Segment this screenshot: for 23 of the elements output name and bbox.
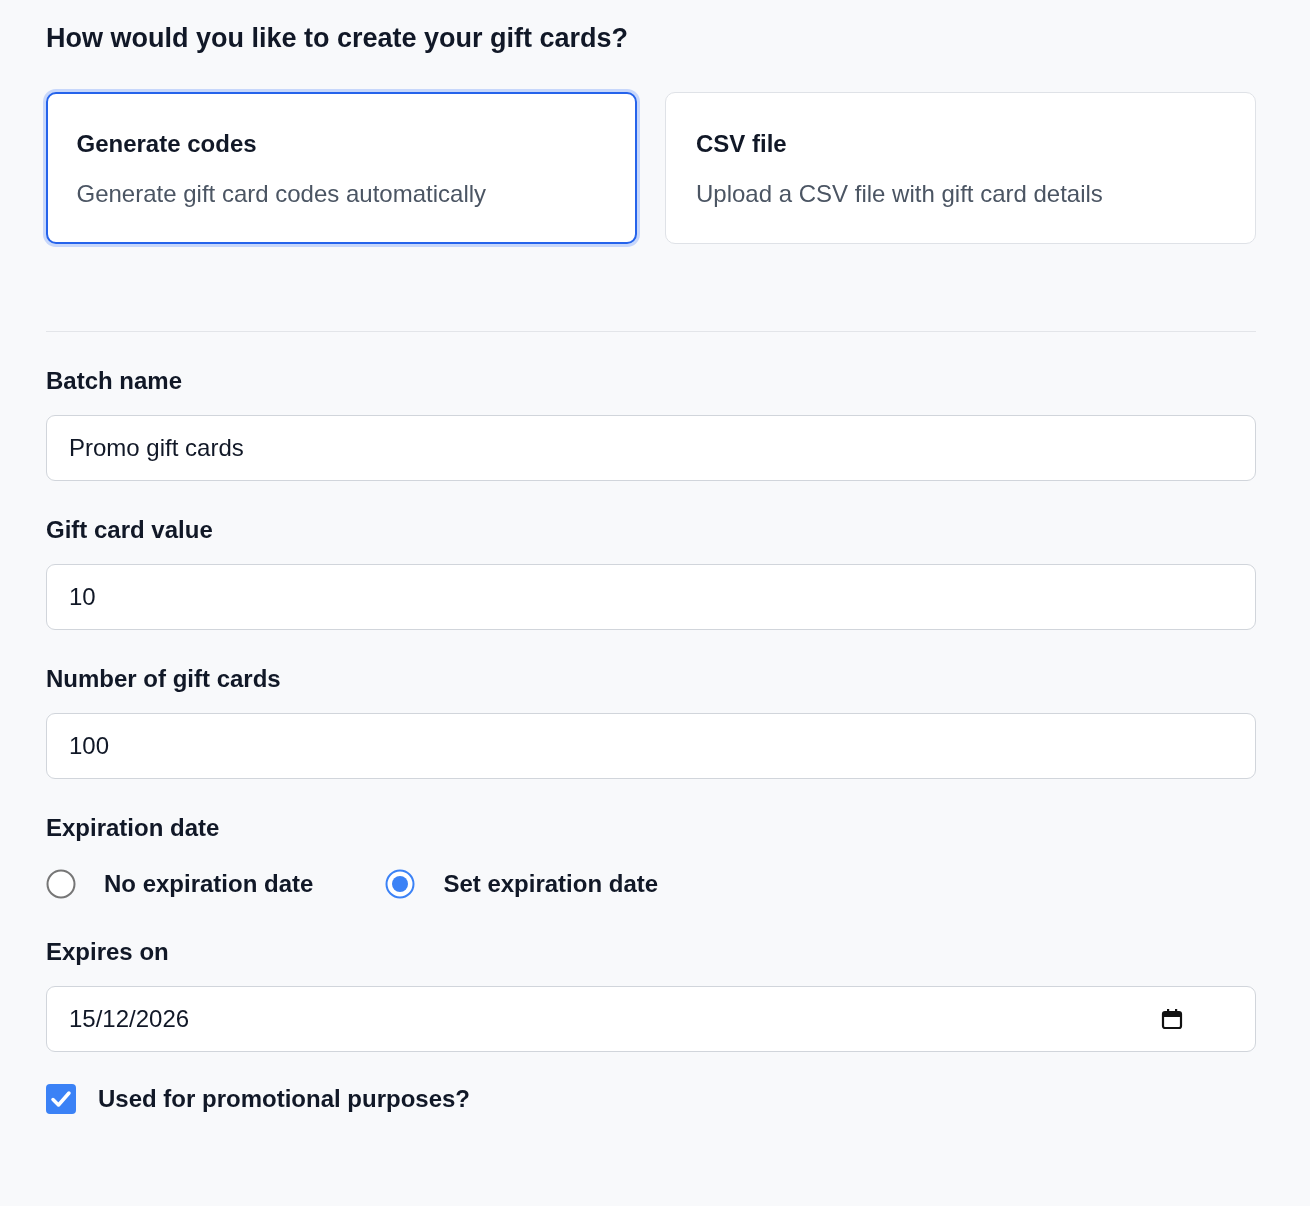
field-label: Expiration date — [46, 813, 221, 843]
checkbox[interactable] — [46, 1084, 76, 1114]
option-description: Generate gift card codes automatically — [76, 178, 488, 209]
field-label: Number of gift cards — [46, 664, 282, 694]
radio-label[interactable]: No expiration date — [104, 870, 314, 898]
checkbox-label[interactable]: Used for promotional purposes? — [98, 1085, 471, 1113]
option-title: Generate codes — [76, 128, 258, 159]
input-field[interactable]: 10 — [46, 564, 1256, 630]
radio-button[interactable] — [46, 869, 76, 899]
radio-label[interactable]: Set expiration date — [443, 870, 659, 898]
field-label: Batch name — [46, 366, 184, 396]
calendar-icon[interactable] — [1161, 1008, 1183, 1030]
field-label: Gift card value — [46, 515, 214, 545]
date-field[interactable]: 15/12/2026 — [46, 986, 1256, 1052]
option-card[interactable]: Generate codes Generate gift card codes automatically — [46, 92, 637, 244]
field-label: Expires on — [46, 937, 170, 967]
option-card[interactable]: CSV file Upload a CSV file with gift card details — [665, 92, 1256, 244]
input-field[interactable]: Promo gift cards — [46, 415, 1256, 481]
section-heading: How would you like to create your gift cards? — [46, 22, 630, 55]
input-field[interactable]: 100 — [46, 713, 1256, 779]
option-title: CSV file — [696, 129, 788, 159]
radio-button[interactable] — [385, 869, 416, 899]
option-description: Upload a CSV file with gift card details — [696, 179, 1104, 209]
